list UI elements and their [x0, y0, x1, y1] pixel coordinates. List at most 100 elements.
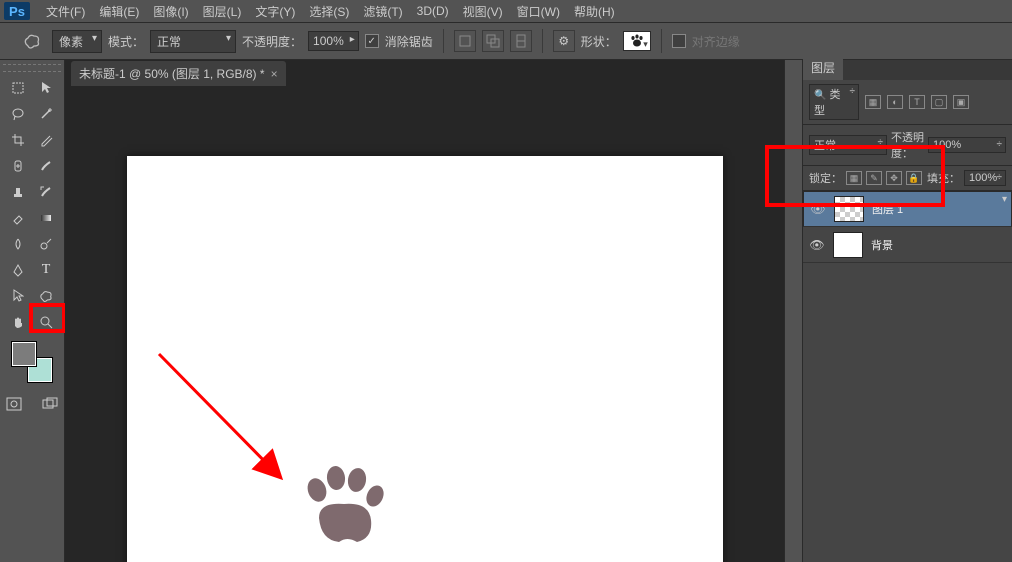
layer-blend-select[interactable]: 正常: [809, 135, 887, 155]
menu-window[interactable]: 窗口(W): [511, 1, 566, 22]
mode-label: 模式：: [108, 33, 144, 50]
tool-history-brush[interactable]: [33, 180, 59, 204]
menu-help[interactable]: 帮助(H): [568, 1, 621, 22]
tool-move[interactable]: [5, 76, 31, 100]
menu-3d[interactable]: 3D(D): [411, 2, 455, 20]
menu-image[interactable]: 图像(I): [147, 1, 194, 22]
layer-row[interactable]: 👁 背景: [803, 227, 1012, 263]
separator: [661, 29, 662, 53]
close-tab-icon[interactable]: ×: [271, 67, 278, 81]
canvas[interactable]: [127, 156, 723, 562]
layer-name[interactable]: 图层 1: [872, 201, 903, 217]
layer-blend-row: 正常 不透明度： 100%: [803, 125, 1012, 166]
tool-dodge[interactable]: [33, 232, 59, 256]
path-op-2[interactable]: [482, 30, 504, 52]
menu-bar: Ps 文件(F) 编辑(E) 图像(I) 图层(L) 文字(Y) 选择(S) 滤…: [0, 0, 1012, 22]
app-logo: Ps: [4, 2, 30, 20]
layer-list: 👁 图层 1 👁 背景: [803, 191, 1012, 263]
visibility-toggle-icon[interactable]: 👁: [809, 238, 825, 252]
tool-pen[interactable]: [5, 258, 31, 282]
shape-preset-picker[interactable]: [623, 31, 651, 51]
panel-dock-strip[interactable]: [784, 60, 802, 562]
opacity-value[interactable]: 100%: [308, 31, 359, 51]
separator: [443, 29, 444, 53]
filter-shape-icon[interactable]: ▢: [931, 95, 947, 109]
menu-type[interactable]: 文字(Y): [249, 1, 301, 22]
screen-mode-toggle[interactable]: [37, 392, 63, 416]
tool-brush[interactable]: [33, 154, 59, 178]
document-area: 未标题-1 @ 50% (图层 1, RGB/8) * ×: [65, 60, 784, 562]
layer-filter-row: 🔍 类型 ▦ ◐ T ▢ ▣: [803, 80, 1012, 125]
layer-row[interactable]: 👁 图层 1: [803, 191, 1012, 227]
options-bar: 像素 模式： 正常 不透明度： 100% ✓ 消除锯齿 ⚙ 形状： ✓ 对齐边缘: [0, 22, 1012, 60]
document-tab-title: 未标题-1 @ 50% (图层 1, RGB/8) *: [79, 65, 265, 82]
path-op-3[interactable]: [510, 30, 532, 52]
layer-fill-value[interactable]: 100%: [964, 170, 1006, 186]
tool-text[interactable]: T: [33, 258, 59, 282]
color-swatches[interactable]: [12, 342, 52, 382]
tool-direct-select[interactable]: [5, 284, 31, 308]
tool-crop[interactable]: [5, 128, 31, 152]
layer-opacity-label: 不透明度：: [891, 129, 924, 161]
document-tab-bar: 未标题-1 @ 50% (图层 1, RGB/8) * ×: [65, 60, 784, 86]
paw-icon: [629, 34, 645, 48]
menu-filter[interactable]: 滤镜(T): [357, 1, 408, 22]
filter-smart-icon[interactable]: ▣: [953, 95, 969, 109]
tool-blur[interactable]: [5, 232, 31, 256]
filter-pixel-icon[interactable]: ▦: [865, 95, 881, 109]
gear-icon: ⚙: [558, 34, 569, 48]
menu-layer[interactable]: 图层(L): [197, 1, 248, 22]
tool-eraser[interactable]: [5, 206, 31, 230]
layer-opacity-value[interactable]: 100%: [928, 137, 1006, 153]
antialias-label: 消除锯齿: [385, 33, 433, 50]
tool-heal[interactable]: [5, 154, 31, 178]
lock-trans-icon[interactable]: ▦: [846, 171, 862, 185]
unit-select[interactable]: 像素: [52, 30, 102, 53]
lock-pos-icon[interactable]: ✥: [886, 171, 902, 185]
lock-all-icon[interactable]: 🔒: [906, 171, 922, 185]
menu-file[interactable]: 文件(F): [40, 1, 91, 22]
lock-pixel-icon[interactable]: ✎: [866, 171, 882, 185]
paw-shape-on-canvas: [299, 466, 389, 551]
quick-mask-toggle[interactable]: [1, 392, 27, 416]
canvas-viewport[interactable]: [65, 86, 784, 562]
layer-filter-type[interactable]: 🔍 类型: [809, 84, 859, 120]
separator: [542, 29, 543, 53]
menu-edit[interactable]: 编辑(E): [93, 1, 145, 22]
antialias-checkbox[interactable]: ✓: [365, 34, 379, 48]
tool-magic-wand[interactable]: [33, 102, 59, 126]
layers-panel-tab[interactable]: 图层: [803, 55, 843, 80]
toolbox-grip[interactable]: [3, 64, 61, 72]
fill-label: 填充：: [927, 170, 960, 186]
layers-panel: 图层 🔍 类型 ▦ ◐ T ▢ ▣ 正常 不透明度： 100% 锁定： ▦ ✎ …: [802, 60, 1012, 562]
menu-select[interactable]: 选择(S): [303, 1, 355, 22]
document-tab[interactable]: 未标题-1 @ 50% (图层 1, RGB/8) * ×: [71, 61, 286, 86]
current-tool-icon[interactable]: [18, 30, 46, 52]
align-edges-checkbox[interactable]: ✓: [672, 34, 686, 48]
filter-text-icon[interactable]: T: [909, 95, 925, 109]
foreground-color-swatch[interactable]: [12, 342, 36, 366]
tool-gradient[interactable]: [33, 206, 59, 230]
workspace: T 未标题-1 @ 50% (图层 1, RGB/8) * ×: [0, 60, 1012, 562]
tool-lasso[interactable]: [5, 102, 31, 126]
lock-label: 锁定：: [809, 170, 842, 186]
blend-mode-select[interactable]: 正常: [150, 30, 236, 53]
filter-adjust-icon[interactable]: ◐: [887, 95, 903, 109]
gear-button[interactable]: ⚙: [553, 30, 575, 52]
layer-thumbnail[interactable]: [833, 232, 863, 258]
tool-eyedropper[interactable]: [33, 128, 59, 152]
toolbox: T: [0, 60, 65, 562]
visibility-toggle-icon[interactable]: 👁: [810, 202, 826, 216]
tool-hand[interactable]: [5, 310, 31, 334]
align-edges-label: 对齐边缘: [692, 33, 740, 50]
tool-zoom[interactable]: [33, 310, 59, 334]
opacity-label: 不透明度：: [242, 33, 302, 50]
layer-name[interactable]: 背景: [871, 237, 893, 253]
tool-path-select[interactable]: [33, 76, 59, 100]
tool-stamp[interactable]: [5, 180, 31, 204]
path-op-1[interactable]: [454, 30, 476, 52]
layer-thumbnail[interactable]: [834, 196, 864, 222]
menu-view[interactable]: 视图(V): [457, 1, 509, 22]
layer-lock-row: 锁定： ▦ ✎ ✥ 🔒 填充： 100%: [803, 166, 1012, 191]
tool-custom-shape[interactable]: [33, 284, 59, 308]
